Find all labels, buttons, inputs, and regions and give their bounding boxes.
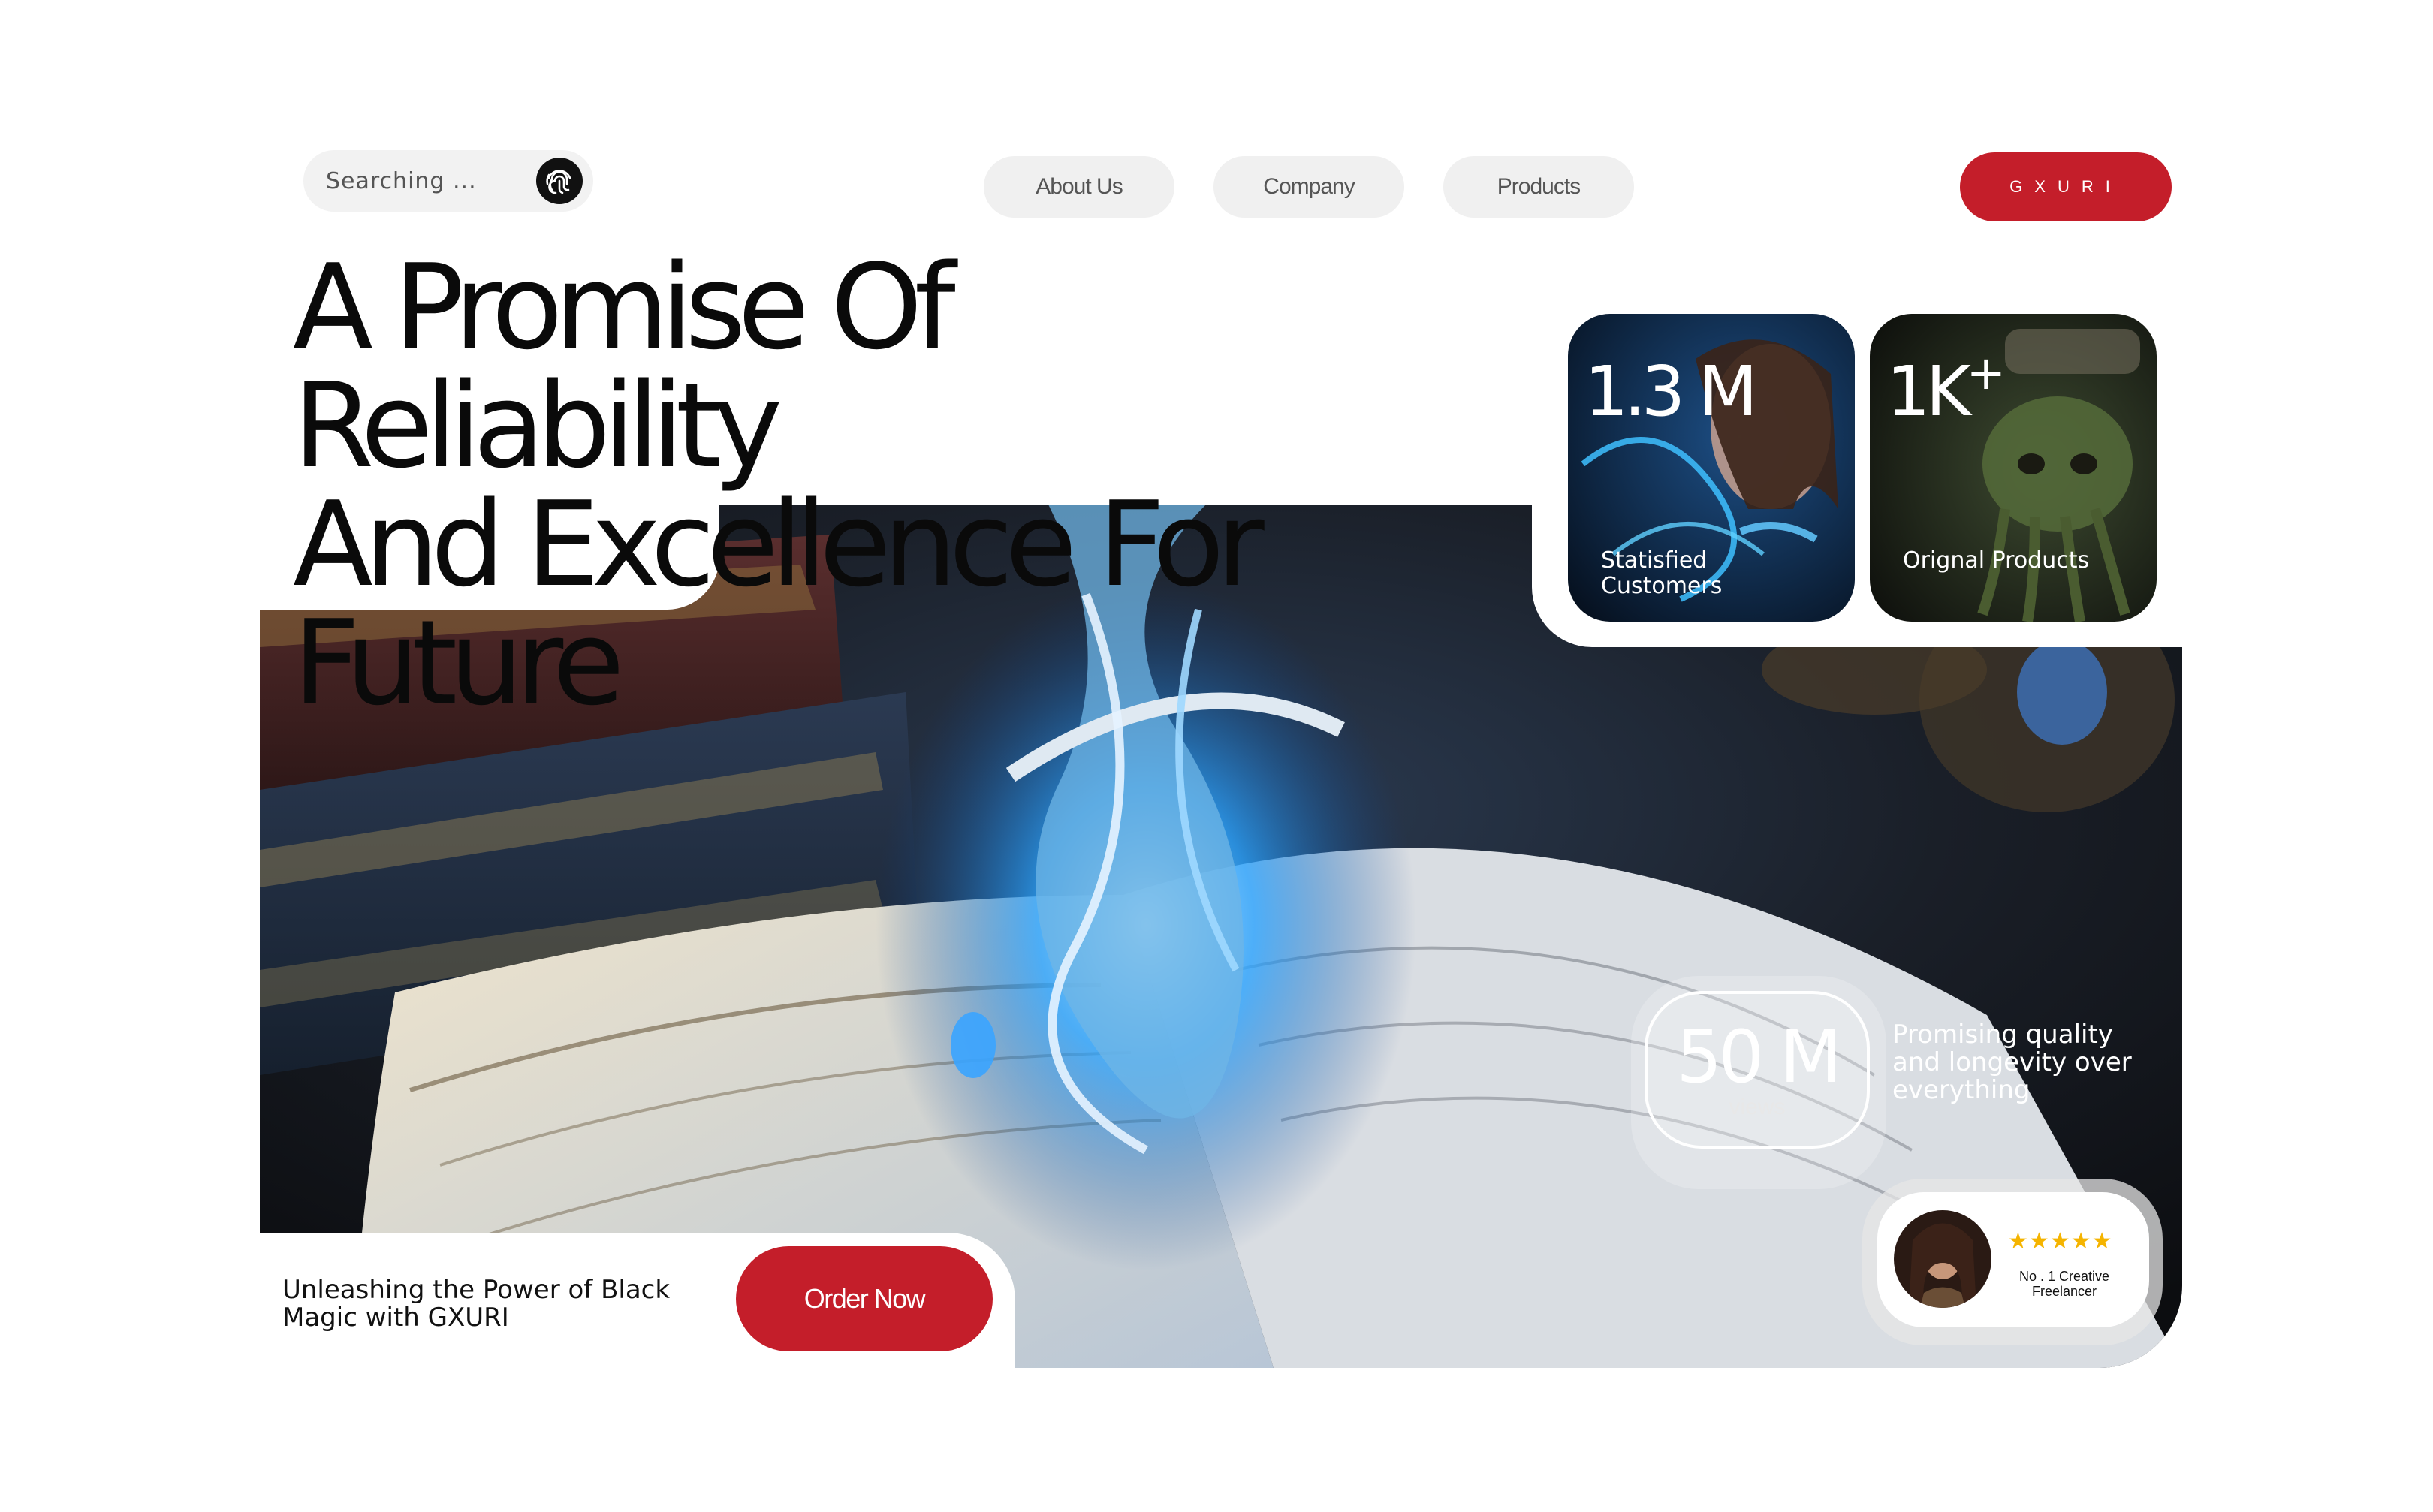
headline-line-3: Future: [293, 595, 625, 731]
rating-stars: ★★★★★: [2008, 1229, 2113, 1254]
freelancer-label: No . 1 Creative Freelancer: [2018, 1269, 2110, 1299]
stat-label: Statisfied Customers: [1601, 547, 1723, 599]
nav-products[interactable]: Products: [1443, 156, 1634, 218]
stat-label: Orignal Products: [1903, 547, 2090, 574]
page-title: A Promise Of Reliability And Excellence …: [293, 248, 1434, 722]
headline-line-1: A Promise Of Reliability: [293, 239, 956, 494]
nav-company[interactable]: Company: [1213, 156, 1404, 218]
views-value: 50 M: [1676, 1015, 1842, 1099]
stat-card-products: 1K+ Orignal Products: [1870, 314, 2157, 622]
views-description: Promising quality and longevity over eve…: [1892, 1020, 2132, 1105]
stat-value: 1K+: [1886, 345, 2006, 432]
views-unit: views: [1729, 1095, 1786, 1119]
search-bar: [303, 150, 593, 212]
headline-line-2: And Excellence For: [293, 476, 1265, 613]
tagline: Unleashing the Power of Black Magic with…: [282, 1275, 671, 1333]
stat-value: 1.3 M: [1584, 351, 1758, 432]
brand-button[interactable]: GXURI: [1960, 152, 2172, 221]
nav-about-us[interactable]: About Us: [984, 156, 1174, 218]
fingerprint-icon[interactable]: [536, 158, 583, 204]
search-input[interactable]: [324, 167, 523, 195]
stat-card-customers: 1.3 M Statisfied Customers: [1568, 314, 1855, 622]
order-now-button[interactable]: Order Now: [736, 1246, 993, 1351]
avatar: [1894, 1210, 1991, 1308]
